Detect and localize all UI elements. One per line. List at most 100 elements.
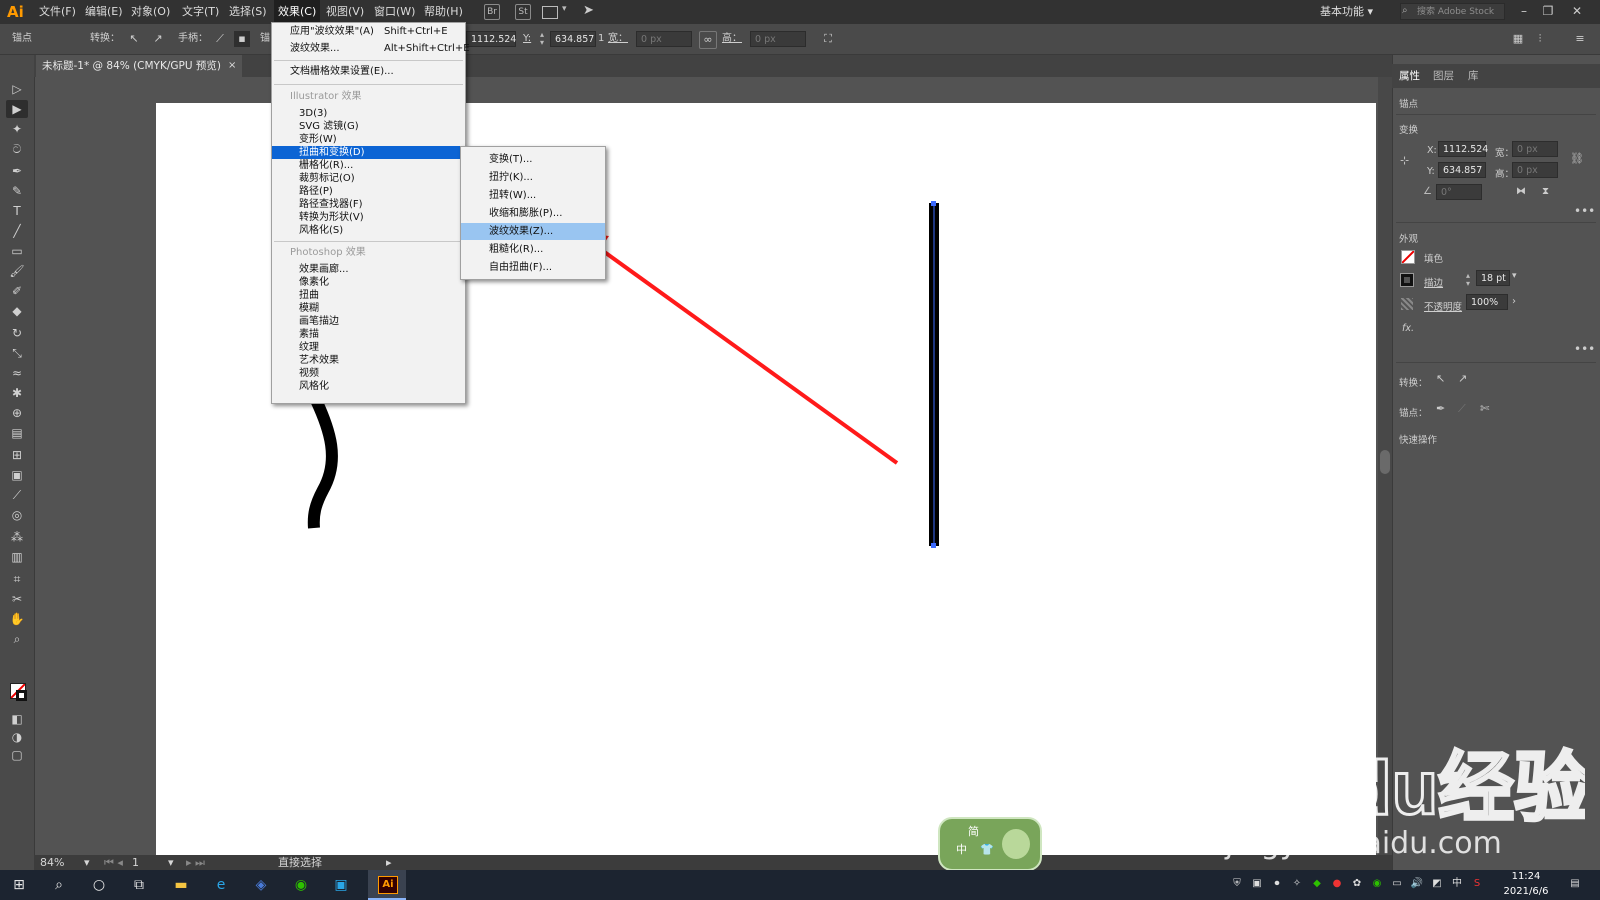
ime-indicator[interactable]: 中 (1450, 877, 1464, 891)
cortana-icon[interactable]: ○ (84, 870, 114, 900)
tab-properties[interactable]: 属性 (1399, 64, 1420, 88)
menu-item-zig-zag[interactable]: 波纹效果(Z)... (461, 223, 605, 240)
menu-item-stylize-ps[interactable]: 风格化 (272, 380, 465, 393)
menu-item-path[interactable]: 路径(P) (272, 185, 465, 198)
taskbar-illustrator[interactable]: Ai (368, 870, 406, 900)
menu-item-brush-strokes[interactable]: 画笔描边 (272, 315, 465, 328)
status-bar (34, 855, 1392, 870)
opacity-field[interactable]: 100% (1466, 294, 1508, 310)
panel-x-field[interactable]: 1112.524 (1438, 141, 1488, 157)
volume-icon[interactable]: 🔊 (1410, 877, 1424, 891)
convert-smooth-icon[interactable]: ↗ (1458, 372, 1467, 385)
tray-app-icon[interactable]: ✿ (1350, 877, 1364, 891)
panel-width-field[interactable]: 0 px (1512, 141, 1558, 157)
menu-item-blur[interactable]: 模糊 (272, 302, 465, 315)
shield-icon[interactable]: ⛨ (1230, 877, 1244, 891)
menu-item-video[interactable]: 视频 (272, 367, 465, 380)
network-icon[interactable]: ▭ (1390, 877, 1404, 891)
stroke-weight-field[interactable]: 18 pt (1476, 270, 1510, 286)
first-page-icon[interactable]: ⏮ ◂ (104, 855, 123, 870)
scrollbar-thumb[interactable] (1380, 450, 1390, 474)
menu-item-tweak[interactable]: 扭拧(K)... (461, 169, 605, 186)
convert-corner-icon[interactable]: ↖ (1436, 372, 1445, 385)
chevron-right-icon[interactable]: ▸ (386, 855, 392, 870)
ime-floating-badge[interactable]: 简 中 👕 (938, 817, 1042, 871)
stepper-icon[interactable]: ▴ ▾ (1466, 272, 1470, 288)
menu-item-roughen[interactable]: 粗糙化(R)... (461, 241, 605, 258)
clock-time[interactable]: 11:24 (1496, 871, 1556, 882)
remove-anchor-icon[interactable]: ✒ (1436, 402, 1445, 415)
menu-item-warp[interactable]: 变形(W) (272, 133, 465, 146)
panel-tab-bar (1392, 64, 1600, 88)
tray-app-icon[interactable]: ● (1330, 877, 1344, 891)
chevron-down-icon[interactable]: ▾ (84, 855, 90, 870)
windows-start-icon[interactable]: ⊞ (4, 870, 34, 900)
menu-item-rasterize[interactable]: 栅格化(R)... (272, 159, 465, 172)
chevron-right-icon[interactable]: › (1512, 296, 1516, 307)
menu-item-convert-to-shape[interactable]: 转换为形状(V) (272, 211, 465, 224)
search-icon[interactable]: ⌕ (44, 870, 74, 900)
effect-menu: 应用"波纹效果"(A) Shift+Ctrl+E 波纹效果... Alt+Shift… (271, 22, 470, 404)
wechat-tray-icon[interactable]: ◉ (1370, 877, 1384, 891)
wavy-path (307, 397, 338, 529)
stroke-swatch[interactable] (1400, 273, 1414, 287)
menu-item-effect-gallery[interactable]: 效果画廊... (272, 263, 465, 276)
app-icon[interactable]: ◈ (246, 870, 276, 900)
mic-icon[interactable]: ⏺ (1270, 877, 1284, 891)
menu-item-stylize[interactable]: 风格化(S) (272, 224, 465, 237)
menu-item-artistic[interactable]: 艺术效果 (272, 354, 465, 367)
fx-button[interactable]: fx. (1402, 323, 1414, 334)
illustrator-app-icon: Ai (378, 876, 398, 894)
panel-y-field[interactable]: 634.857 (1438, 162, 1486, 178)
menu-item-twist[interactable]: 扭转(W)... (461, 187, 605, 204)
menu-item-crop-marks[interactable]: 裁剪标记(O) (272, 172, 465, 185)
more-options-icon[interactable]: ••• (1574, 204, 1595, 218)
reference-point-icon[interactable]: ⊹ (1400, 154, 1409, 167)
tray-app-icon[interactable]: ✧ (1290, 877, 1304, 891)
file-explorer-icon[interactable]: ▬ (166, 870, 196, 900)
menu-item-sketch[interactable]: 素描 (272, 328, 465, 341)
page-number[interactable]: 1 (132, 855, 139, 870)
tab-libraries[interactable]: 库 (1468, 64, 1479, 88)
menu-item-3d[interactable]: 3D(3) (272, 107, 465, 120)
cut-path-icon[interactable]: ✄ (1480, 402, 1489, 415)
menu-item-distort-transform[interactable]: 扭曲和变换(D) (272, 146, 465, 160)
tray-app-icon[interactable]: ◆ (1310, 877, 1324, 891)
shortcut-label: Shift+Ctrl+E (384, 26, 448, 37)
chevron-down-icon[interactable]: ▾ (168, 855, 174, 870)
opacity-label[interactable]: 不透明度 (1424, 299, 1462, 313)
panel-angle-field[interactable]: 0° (1436, 184, 1482, 200)
menu-item-free-distort[interactable]: 自由扭曲(F)... (461, 259, 605, 276)
tray-app-icon[interactable]: ▣ (1250, 877, 1264, 891)
more-options-icon[interactable]: ••• (1574, 342, 1595, 356)
panel-height-field[interactable]: 0 px (1512, 162, 1558, 178)
notification-icon[interactable]: ▤ (1568, 877, 1582, 891)
menu-item-last-effect[interactable]: 波纹效果... Alt+Shift+Ctrl+E (272, 42, 470, 55)
zoom-level[interactable]: 84% (40, 855, 64, 870)
flip-horizontal-icon[interactable]: ⧓ (1516, 186, 1526, 197)
tab-layers[interactable]: 图层 (1433, 64, 1454, 88)
constrain-proportions-icon[interactable]: ⛓ (1570, 152, 1584, 165)
task-view-icon[interactable]: ⧉ (124, 870, 154, 900)
menu-item-pixelate[interactable]: 像素化 (272, 276, 465, 289)
flip-vertical-icon[interactable]: ⧗ (1542, 186, 1549, 197)
fill-swatch[interactable] (1401, 250, 1415, 264)
clock-date[interactable]: 2021/6/6 (1496, 886, 1556, 897)
menu-item-transform[interactable]: 变换(T)... (461, 151, 605, 168)
menu-item-apply-last[interactable]: 应用"波纹效果"(A) Shift+Ctrl+E (272, 25, 465, 38)
menu-item-distort[interactable]: 扭曲 (272, 289, 465, 302)
last-page-icon[interactable]: ▸ ⏭ (186, 855, 205, 870)
tray-app-icon[interactable]: ◩ (1430, 877, 1444, 891)
menu-item-svg-filters[interactable]: SVG 滤镜(G) (272, 120, 465, 133)
sogou-icon[interactable]: S (1470, 877, 1484, 891)
connect-anchor-icon[interactable]: ⟋ (1458, 402, 1466, 416)
app-icon[interactable]: ▣ (326, 870, 356, 900)
menu-item-pathfinder[interactable]: 路径查找器(F) (272, 198, 465, 211)
menu-item-pucker-bloat[interactable]: 收缩和膨胀(P)... (461, 205, 605, 222)
menu-item-doc-raster-settings[interactable]: 文档栅格效果设置(E)... (272, 65, 465, 78)
wechat-icon[interactable]: ◉ (286, 870, 316, 900)
menu-item-texture[interactable]: 纹理 (272, 341, 465, 354)
chevron-down-icon[interactable]: ▾ (1512, 271, 1517, 281)
stroke-label[interactable]: 描边 (1424, 275, 1443, 289)
edge-icon[interactable]: e (206, 870, 236, 900)
